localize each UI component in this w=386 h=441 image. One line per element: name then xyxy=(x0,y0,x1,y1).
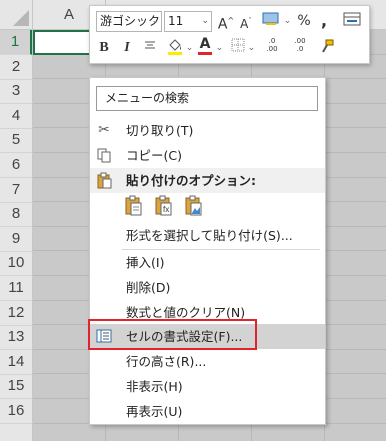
menu-item-label: 再表示(U) xyxy=(126,404,183,419)
row-header-bar: 1 2 3 4 5 6 7 8 9 10 11 12 13 14 15 16 xyxy=(0,30,33,441)
increase-decimal-icon: .0 .00 xyxy=(266,37,278,53)
context-menu: メニューの検索 ✂ 切り取り(T) コピー(C) 貼り付けのオプション: fx … xyxy=(89,77,326,425)
font-name-dropdown[interactable]: 游ゴシック ⌄ xyxy=(96,11,162,32)
paint-bucket-icon xyxy=(168,39,182,55)
menu-item-label: 形式を選択して貼り付け(S)... xyxy=(126,228,293,243)
row-header-15[interactable]: 15 xyxy=(0,374,32,399)
chevron-down-icon[interactable]: ⌄ xyxy=(215,38,224,58)
row-header-6[interactable]: 6 xyxy=(0,153,32,178)
format-painter-button[interactable] xyxy=(318,38,336,58)
scissors-icon: ✂ xyxy=(98,122,110,138)
chevron-down-icon[interactable]: ⌄ xyxy=(283,11,292,31)
paste-formulas-icon[interactable]: fx xyxy=(153,193,175,219)
menu-item-label: 非表示(H) xyxy=(126,379,183,394)
fill-color-button[interactable] xyxy=(166,36,184,56)
increase-decimal-button[interactable]: .0 .00 xyxy=(262,37,282,57)
row-header-11[interactable]: 11 xyxy=(0,276,32,301)
decrease-decimal-icon: .00 .0 xyxy=(294,37,306,53)
font-color-bar xyxy=(198,52,212,55)
clipboard-icon xyxy=(95,172,113,189)
row-header-1[interactable]: 1 xyxy=(0,30,32,55)
chevron-down-icon[interactable]: ⌄ xyxy=(185,38,194,58)
font-color-button[interactable]: A xyxy=(197,36,213,56)
mini-toolbar: 游ゴシック ⌄ 11 ⌄ A^ Aˇ ⌄ % , B I ⌄ A ⌄ ⌄ .0 … xyxy=(89,5,370,64)
row-header-12[interactable]: 12 xyxy=(0,301,32,326)
format-painter-icon xyxy=(322,39,334,53)
row-header-16[interactable]: 16 xyxy=(0,399,32,424)
row-header-4[interactable]: 4 xyxy=(0,104,32,129)
menu-item-unhide[interactable]: 再表示(U) xyxy=(90,399,325,424)
italic-button[interactable]: I xyxy=(120,38,134,58)
borders-button[interactable] xyxy=(230,38,246,58)
grow-font-button[interactable]: A^ xyxy=(217,11,235,33)
accounting-format-button[interactable] xyxy=(260,11,282,31)
menu-item-label: 切り取り(T) xyxy=(126,123,194,138)
menu-item-paste-special[interactable]: 形式を選択して貼り付け(S)... xyxy=(90,223,325,248)
shrink-font-button[interactable]: Aˇ xyxy=(237,11,255,31)
menu-item-label: 挿入(I) xyxy=(126,255,165,270)
row-header-14[interactable]: 14 xyxy=(0,350,32,375)
menu-item-row-height[interactable]: 行の高さ(R)... xyxy=(90,349,325,374)
menu-item-copy[interactable]: コピー(C) xyxy=(90,143,325,168)
menu-item-label: 行の高さ(R)... xyxy=(126,354,207,369)
paste-icon[interactable] xyxy=(123,193,145,219)
chevron-down-icon: ⌄ xyxy=(201,16,209,26)
font-size-dropdown[interactable]: 11 ⌄ xyxy=(164,11,212,32)
select-all-corner[interactable] xyxy=(0,0,33,30)
paste-options-row: fx xyxy=(90,193,325,223)
row-header-5[interactable]: 5 xyxy=(0,128,32,153)
decrease-decimal-button[interactable]: .00 .0 xyxy=(290,37,310,57)
row-header-8[interactable]: 8 xyxy=(0,202,32,227)
font-size-value: 11 xyxy=(168,14,184,28)
bold-button[interactable]: B xyxy=(97,38,111,58)
font-color-letter: A xyxy=(199,36,211,52)
row-header-2[interactable]: 2 xyxy=(0,55,32,80)
svg-text:fx: fx xyxy=(163,205,169,214)
row-header-7[interactable]: 7 xyxy=(0,178,32,203)
row-header-13[interactable]: 13 xyxy=(0,325,32,350)
paste-picture-icon[interactable] xyxy=(183,193,205,219)
grow-font-label: A xyxy=(217,16,228,33)
row-header-9[interactable]: 9 xyxy=(0,227,32,252)
menu-search-input[interactable]: メニューの検索 xyxy=(96,86,318,111)
menu-item-cut[interactable]: ✂ 切り取り(T) xyxy=(90,118,325,143)
highlight-annotation-box xyxy=(88,319,257,350)
menu-item-label: 貼り付けのオプション: xyxy=(126,173,256,188)
merge-center-icon xyxy=(343,12,361,26)
percent-style-button[interactable]: % xyxy=(296,11,312,31)
row-header-10[interactable]: 10 xyxy=(0,251,32,276)
accounting-icon xyxy=(262,12,279,25)
menu-item-delete[interactable]: 削除(D) xyxy=(90,275,325,300)
comma-style-button[interactable]: , xyxy=(318,11,330,31)
menu-item-hide[interactable]: 非表示(H) xyxy=(90,374,325,399)
menu-item-label: 削除(D) xyxy=(126,280,171,295)
row-header-3[interactable]: 3 xyxy=(0,79,32,104)
align-center-icon xyxy=(145,41,155,49)
chevron-down-icon[interactable]: ⌄ xyxy=(247,38,256,58)
menu-paste-options-header: 貼り付けのオプション: xyxy=(90,168,325,193)
menu-item-insert[interactable]: 挿入(I) xyxy=(90,250,325,275)
copy-icon xyxy=(95,147,113,164)
chevron-down-icon: ⌄ xyxy=(151,16,159,26)
merge-center-button[interactable] xyxy=(342,11,362,31)
align-center-button[interactable] xyxy=(142,38,158,58)
menu-item-label: コピー(C) xyxy=(126,148,182,163)
borders-icon xyxy=(231,38,245,52)
